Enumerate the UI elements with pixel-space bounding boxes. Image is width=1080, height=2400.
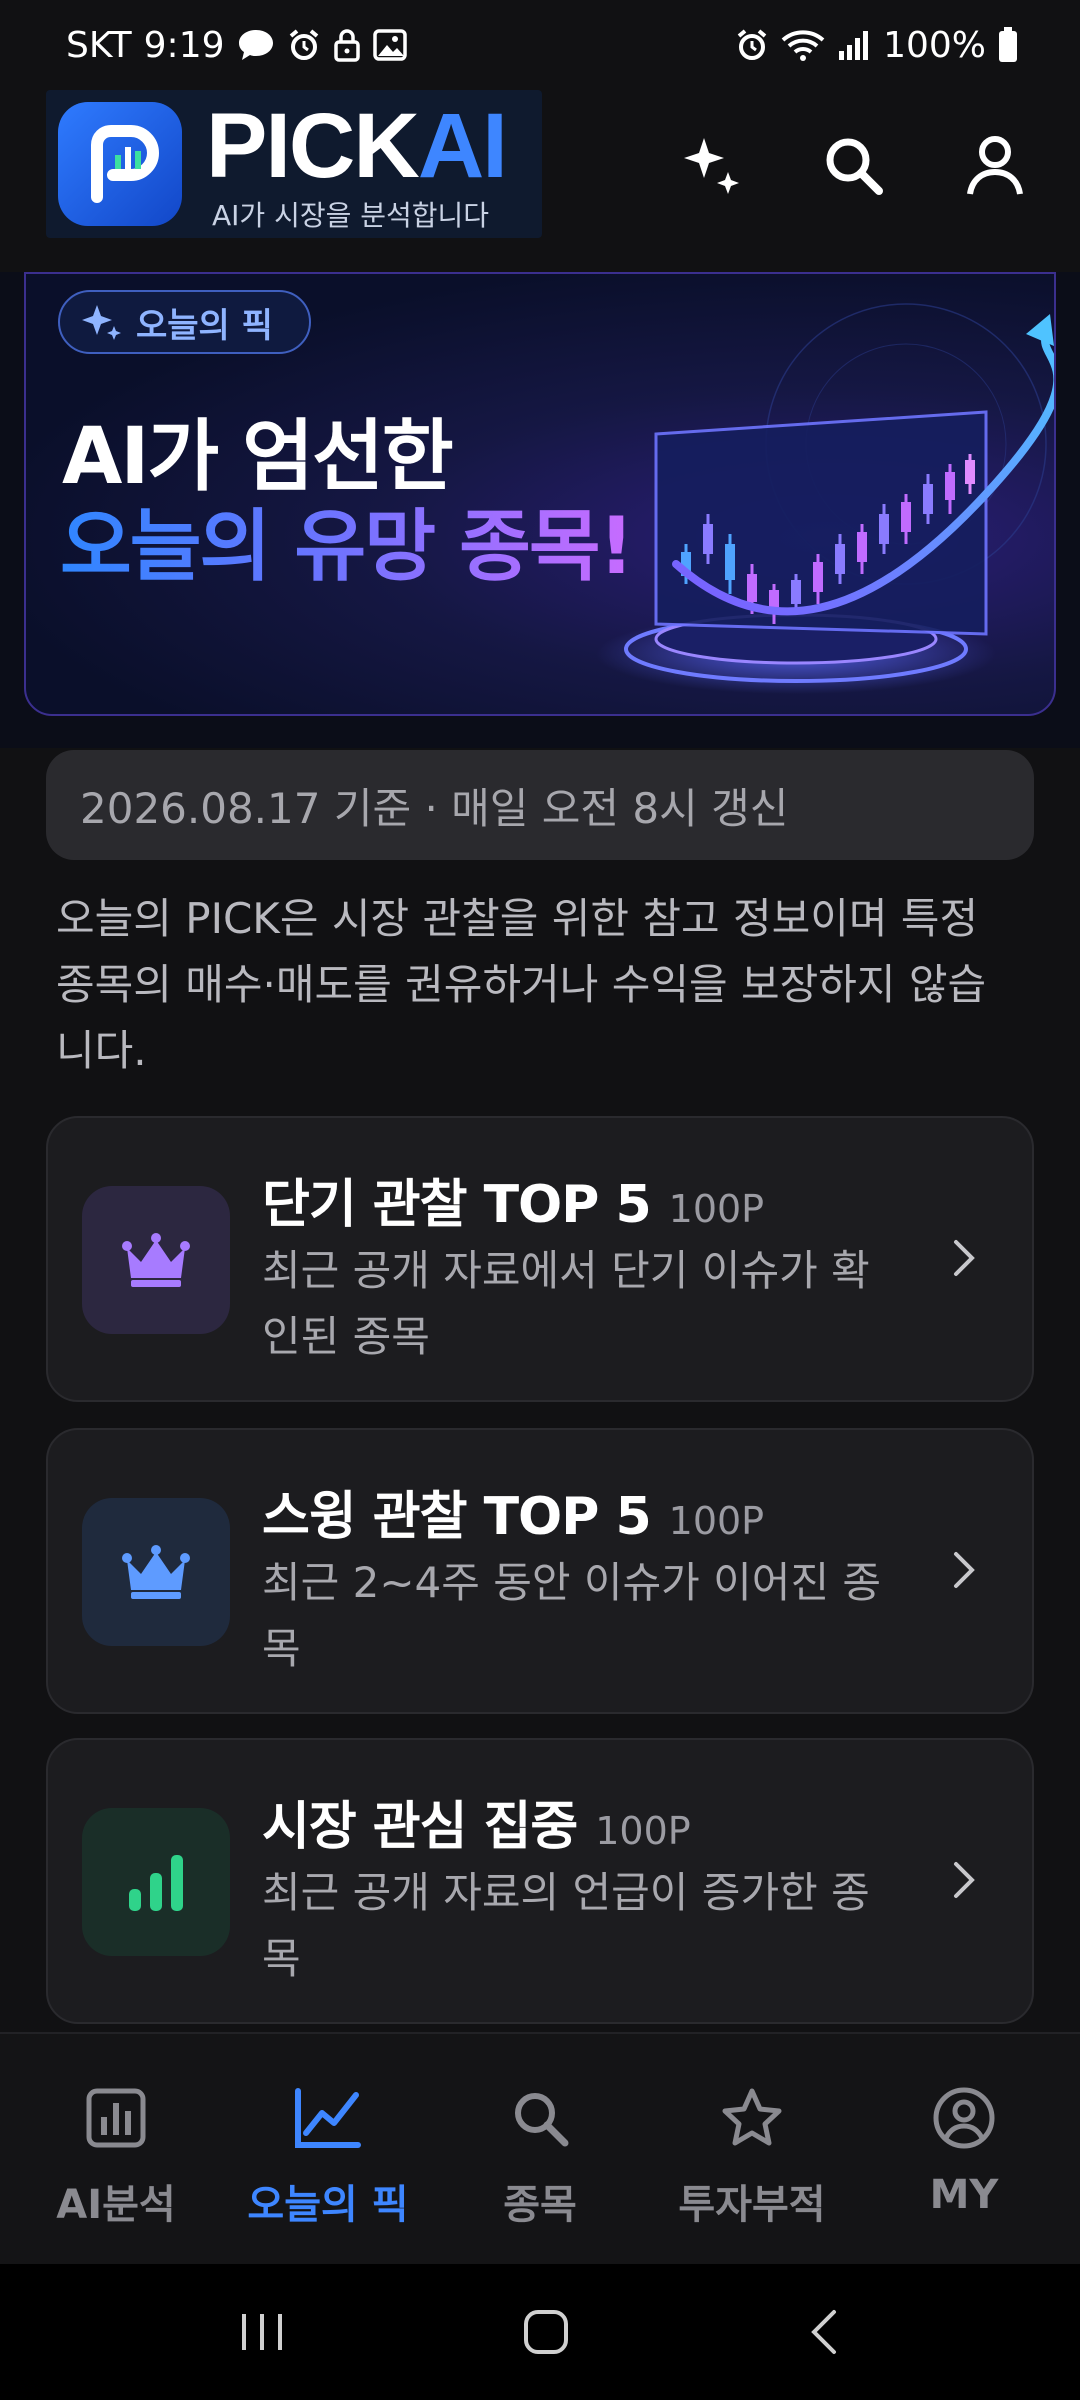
banner-pill: 오늘의 픽 xyxy=(58,290,311,354)
card-title-row: 단기 관찰 TOP 5 100P xyxy=(262,1162,764,1237)
account-circle-icon xyxy=(932,2078,996,2158)
logo-mark-icon xyxy=(58,102,182,226)
nav-label: 종목 xyxy=(503,2182,577,2228)
user-icon xyxy=(967,136,1023,195)
card-points: 100P xyxy=(595,1809,691,1853)
search-icon xyxy=(509,2078,571,2158)
lock-icon xyxy=(333,28,361,62)
battery-icon xyxy=(998,27,1018,63)
nav-today-pick[interactable]: 오늘의 픽 xyxy=(228,2078,428,2230)
logo-pick: PICK xyxy=(206,95,420,197)
battery-percent: 100% xyxy=(883,24,986,66)
chevron-right-icon xyxy=(954,1862,975,1898)
update-info-text: 2026.08.17 기준 · 매일 오전 8시 갱신 xyxy=(80,783,789,833)
bottom-navigation: AI분석 오늘의 픽 종목 투자부적 MY xyxy=(0,2032,1080,2264)
recent-apps-icon[interactable] xyxy=(238,2310,286,2354)
home-icon[interactable] xyxy=(522,2308,570,2356)
card-points: 100P xyxy=(668,1499,765,1543)
signal-icon xyxy=(837,29,871,61)
chevron-right-icon xyxy=(954,1552,975,1588)
card-title: 단기 관찰 TOP 5 xyxy=(262,1175,652,1235)
sparkle-icon xyxy=(684,138,739,194)
banner-pill-label: 오늘의 픽 xyxy=(136,305,273,346)
chat-bubble-icon xyxy=(237,28,275,62)
nav-label: 투자부적 xyxy=(678,2182,826,2228)
sparkle-icon xyxy=(82,305,121,340)
clock: 9:19 xyxy=(143,24,225,66)
logo-ai: AI xyxy=(417,95,508,197)
wifi-icon xyxy=(781,28,825,62)
nav-stocks[interactable]: 종목 xyxy=(440,2078,640,2230)
profile-button[interactable] xyxy=(950,120,1040,210)
banner-section: 오늘의 픽 AI가 엄선한 오늘의 유망 종목! xyxy=(0,272,1080,748)
system-navigation-bar xyxy=(0,2264,1080,2400)
alarm-icon xyxy=(735,28,769,62)
card-description: 최근 공개 자료에서 단기 이슈가 확인된 종목 xyxy=(262,1246,870,1361)
status-left: SKT 9:19 xyxy=(66,25,407,66)
nav-charm[interactable]: 투자부적 xyxy=(652,2078,852,2230)
nav-ai-analysis[interactable]: AI분석 xyxy=(16,2078,216,2230)
card-title-row: 스윙 관찰 TOP 5 100P xyxy=(262,1474,764,1549)
card-title-row: 시장 관심 집중 100P xyxy=(262,1784,691,1859)
bar-chart-icon xyxy=(129,1855,183,1911)
update-info-box: 2026.08.17 기준 · 매일 오전 8시 갱신 xyxy=(46,750,1034,860)
promo-banner[interactable]: 오늘의 픽 AI가 엄선한 오늘의 유망 종목! xyxy=(24,272,1056,716)
pick-card-market-focus[interactable]: 시장 관심 집중 100P 최근 공개 자료의 언급이 증가한 종목 xyxy=(46,1738,1034,2024)
app-logo[interactable]: PICKAI AI가 시장을 분석합니다 xyxy=(46,90,542,238)
search-icon xyxy=(826,138,883,195)
card-icon-box xyxy=(82,1808,230,1956)
card-description: 최근 공개 자료의 언급이 증가한 종목 xyxy=(262,1868,870,1983)
status-right: 100% xyxy=(735,25,1018,66)
alarm-icon xyxy=(287,28,321,62)
chart-hologram-illustration xyxy=(596,303,1054,694)
star-icon xyxy=(720,2078,784,2158)
status-bar: SKT 9:19 100% xyxy=(0,0,1080,90)
card-title: 시장 관심 집중 xyxy=(262,1797,578,1857)
image-icon xyxy=(372,29,407,61)
crown-icon xyxy=(122,1545,190,1599)
card-icon-box xyxy=(82,1186,230,1334)
card-title: 스윙 관찰 TOP 5 xyxy=(262,1487,652,1547)
nav-label: 오늘의 픽 xyxy=(247,2182,409,2228)
ai-sparkle-button[interactable] xyxy=(666,120,756,210)
logo-wordmark: PICKAI xyxy=(206,100,508,192)
logo-tagline: AI가 시장을 분석합니다 xyxy=(212,199,490,232)
nav-my[interactable]: MY xyxy=(864,2078,1064,2218)
search-button[interactable] xyxy=(808,120,898,210)
analytics-icon xyxy=(85,2078,147,2158)
carrier: SKT xyxy=(66,24,132,66)
nav-label: AI분석 xyxy=(56,2182,176,2228)
trend-chart-icon xyxy=(294,2078,362,2158)
card-description: 최근 2~4주 동안 이슈가 이어진 종목 xyxy=(262,1558,882,1673)
pick-card-short-term[interactable]: 단기 관찰 TOP 5 100P 최근 공개 자료에서 단기 이슈가 확인된 종… xyxy=(46,1116,1034,1402)
back-icon[interactable] xyxy=(806,2308,842,2356)
nav-label: MY xyxy=(929,2172,999,2218)
app-header: PICKAI AI가 시장을 분석합니다 xyxy=(0,90,1080,272)
pick-card-swing[interactable]: 스윙 관찰 TOP 5 100P 최근 2~4주 동안 이슈가 이어진 종목 xyxy=(46,1428,1034,1714)
banner-title-line2: 오늘의 유망 종목! xyxy=(60,484,634,596)
disclaimer-text: 오늘의 PICK은 시장 관찰을 위한 참고 정보이며 특정 종목의 매수·매도… xyxy=(56,894,987,1075)
crown-icon xyxy=(122,1233,190,1287)
card-points: 100P xyxy=(668,1187,765,1231)
header-actions xyxy=(666,120,1040,210)
card-icon-box xyxy=(82,1498,230,1646)
chevron-right-icon xyxy=(954,1240,975,1276)
